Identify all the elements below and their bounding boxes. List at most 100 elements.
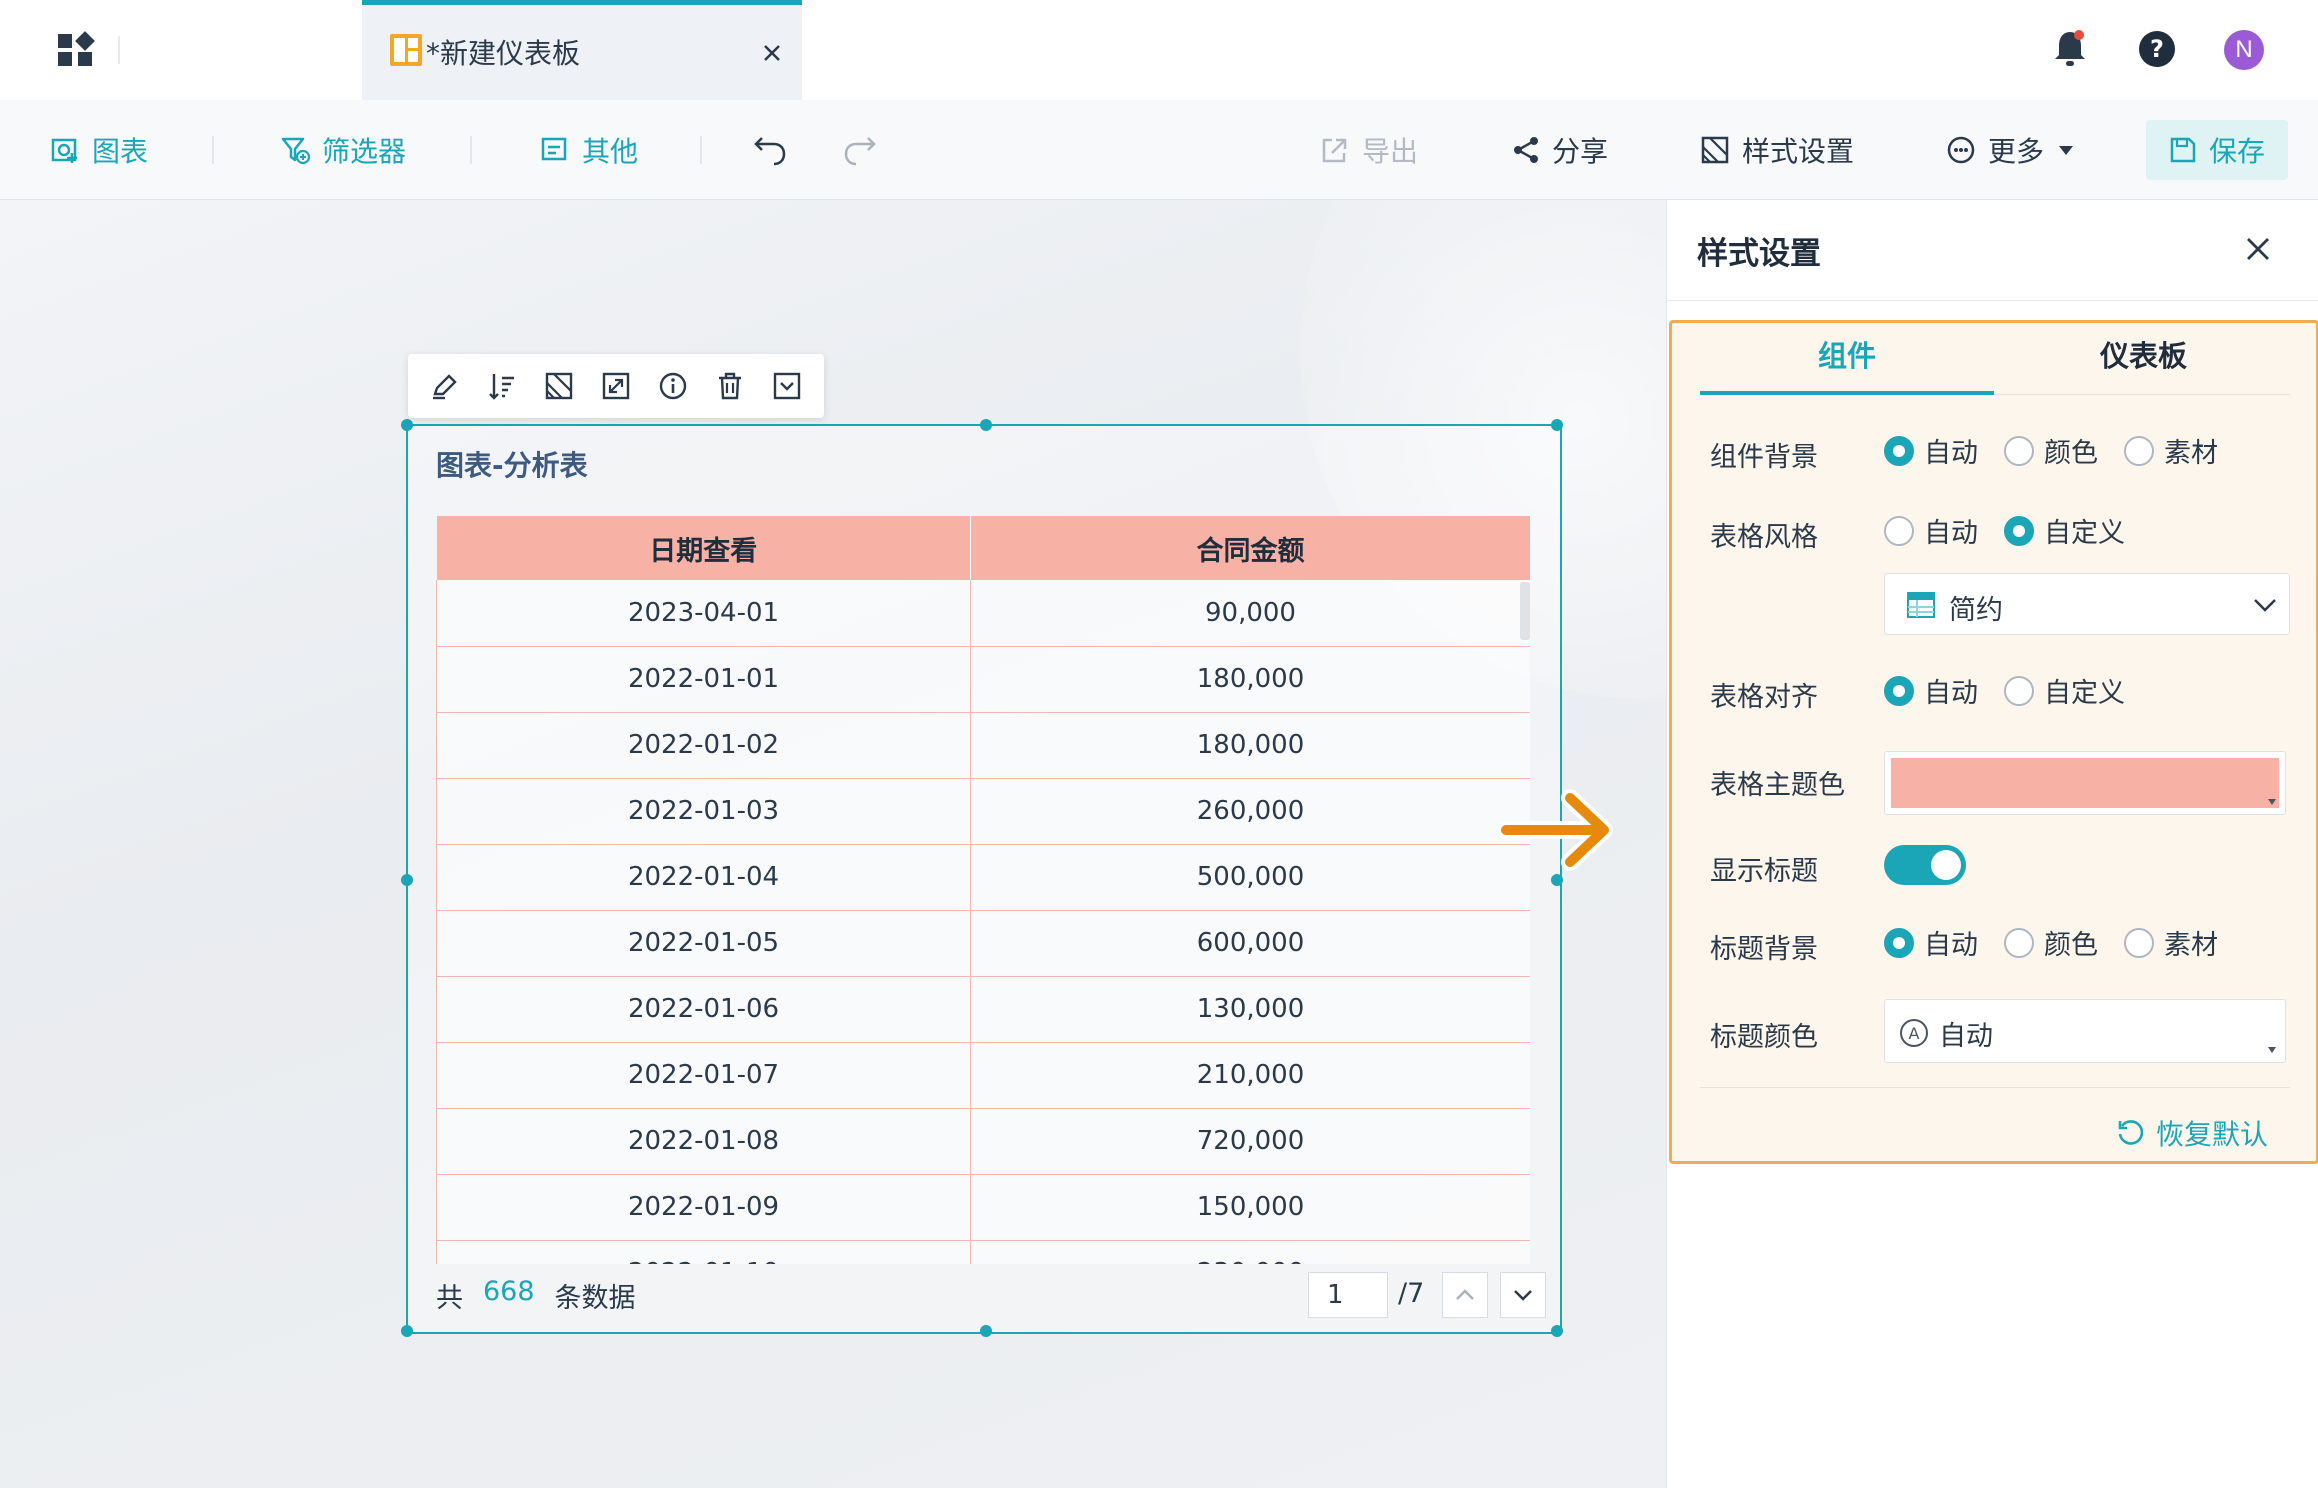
title-bg-radios: 自动 颜色 素材 <box>1884 923 2244 962</box>
add-chart-button[interactable]: 图表 <box>50 128 148 172</box>
radio-label: 颜色 <box>2044 930 2098 961</box>
export-button[interactable]: 导出 <box>1320 128 1418 172</box>
restore-default-button[interactable]: 恢复默认 <box>2116 1113 2268 1153</box>
radio-label: 素材 <box>2164 438 2218 469</box>
theme-color-picker[interactable] <box>1884 751 2286 815</box>
amount-cell: 500,000 <box>970 844 1530 911</box>
table-row[interactable]: 2022-01-03 260,000 <box>436 778 1530 845</box>
tab-component[interactable]: 组件 <box>1818 333 1876 375</box>
undo-icon[interactable] <box>752 134 788 166</box>
expand-icon[interactable] <box>600 370 632 402</box>
redo-icon[interactable] <box>842 134 878 166</box>
delete-icon[interactable] <box>714 370 746 402</box>
add-filter-button[interactable]: 筛选器 <box>280 128 406 172</box>
share-label: 分享 <box>1552 135 1609 168</box>
radio-button[interactable] <box>2004 927 2034 958</box>
radio-option[interactable]: 自动 <box>1884 923 1978 962</box>
page-number-input[interactable]: 1 <box>1308 1272 1388 1318</box>
table-row[interactable]: 2022-01-10230,000 <box>436 1240 1530 1264</box>
radio-button[interactable] <box>2004 515 2034 546</box>
title-color-select[interactable]: A 自动 <box>1884 999 2286 1063</box>
dashboard-canvas[interactable]: 图表-分析表 日期查看 合同金额 2023-04-01 90,000 2022-01… <box>0 200 1666 1488</box>
table-row[interactable]: 2023-04-01 90,000 <box>436 580 1530 647</box>
radio-button[interactable] <box>2004 435 2034 466</box>
radio-button[interactable] <box>1884 515 1914 546</box>
table-scroll-area[interactable]: 日期查看 合同金额 2023-04-01 90,000 2022-01-01 180,… <box>436 516 1530 1264</box>
style-icon[interactable] <box>543 370 575 402</box>
table-row[interactable]: 2022-01-08 720,000 <box>436 1108 1530 1175</box>
share-button[interactable]: 分享 <box>1512 128 1608 172</box>
table-style-select[interactable]: 简约 <box>1884 573 2290 635</box>
resize-handle[interactable] <box>980 419 992 431</box>
divider <box>700 136 702 164</box>
tab-dashboard[interactable]: 仪表板 <box>2100 333 2187 375</box>
resize-handle[interactable] <box>1551 1325 1563 1337</box>
radio-option[interactable]: 颜色 <box>2004 923 2098 962</box>
save-button[interactable]: 保存 <box>2146 120 2288 180</box>
resize-handle[interactable] <box>980 1325 992 1337</box>
show-title-toggle[interactable] <box>1884 845 1966 885</box>
resize-handle[interactable] <box>401 1325 413 1337</box>
svg-text:?: ? <box>2150 35 2164 63</box>
radio-option[interactable]: 自定义 <box>2004 511 2125 550</box>
next-page-button[interactable] <box>1500 1272 1546 1318</box>
radio-label: 自定义 <box>2044 518 2125 549</box>
auto-color-icon: A <box>1900 1019 1928 1047</box>
date-cell: 2022-01-02 <box>436 712 971 779</box>
other-button[interactable]: 其他 <box>540 128 638 172</box>
radio-button[interactable] <box>1884 675 1914 706</box>
pagination: 共 668 条数据 1 /7 <box>436 1264 1546 1324</box>
prev-page-button[interactable] <box>1442 1272 1488 1318</box>
edit-icon[interactable] <box>429 370 461 402</box>
amount-cell: 150,000 <box>970 1174 1530 1241</box>
resize-handle[interactable] <box>401 419 413 431</box>
radio-button[interactable] <box>1884 435 1914 466</box>
dropdown-icon[interactable] <box>771 370 803 402</box>
more-button[interactable]: 更多 <box>1946 128 2076 172</box>
table-row[interactable]: 2022-01-06 130,000 <box>436 976 1530 1043</box>
radio-option[interactable]: 颜色 <box>2004 431 2098 470</box>
table-row[interactable]: 2022-01-04 500,000 <box>436 844 1530 911</box>
tab-new-dashboard[interactable]: *新建仪表板 <box>362 0 802 100</box>
radio-option[interactable]: 自动 <box>1884 511 1978 550</box>
table-row[interactable]: 2022-01-09 150,000 <box>436 1174 1530 1241</box>
radio-button[interactable] <box>2124 435 2154 466</box>
date-cell: 2022-01-10 <box>436 1240 971 1264</box>
color-swatch <box>1891 758 2279 808</box>
sort-icon[interactable] <box>486 370 518 402</box>
table-row[interactable]: 2022-01-05 600,000 <box>436 910 1530 977</box>
date-cell: 2023-04-01 <box>436 580 971 647</box>
table-row[interactable]: 2022-01-02 180,000 <box>436 712 1530 779</box>
radio-button[interactable] <box>1884 927 1914 958</box>
bell-icon[interactable] <box>2052 28 2088 68</box>
amount-cell: 90,000 <box>970 580 1530 647</box>
radio-option[interactable]: 素材 <box>2124 431 2218 470</box>
selected-value: 自动 <box>1939 1021 1993 1052</box>
radio-button[interactable] <box>2004 675 2034 706</box>
pager-prefix: 共 <box>436 1283 463 1314</box>
column-header[interactable]: 合同金额 <box>970 516 1530 580</box>
table-row[interactable]: 2022-01-01 180,000 <box>436 646 1530 713</box>
close-icon[interactable] <box>754 35 790 71</box>
resize-handle[interactable] <box>1551 419 1563 431</box>
date-cell: 2022-01-01 <box>436 646 971 713</box>
radio-option[interactable]: 素材 <box>2124 923 2218 962</box>
amount-cell: 180,000 <box>970 646 1530 713</box>
scrollbar[interactable] <box>1520 582 1530 640</box>
column-header[interactable]: 日期查看 <box>436 516 971 580</box>
widget-action-toolbar <box>408 354 824 418</box>
table-align-radios: 自动 自定义 <box>1884 671 2151 710</box>
radio-option[interactable]: 自定义 <box>2004 671 2125 710</box>
radio-option[interactable]: 自动 <box>1884 671 1978 710</box>
avatar[interactable]: N <box>2224 30 2264 70</box>
info-icon[interactable] <box>657 370 689 402</box>
radio-button[interactable] <box>2124 927 2154 958</box>
style-settings-button[interactable]: 样式设置 <box>1700 128 1854 172</box>
help-icon[interactable]: ? <box>2138 30 2176 68</box>
table-row[interactable]: 2022-01-07 210,000 <box>436 1042 1530 1109</box>
table-widget[interactable]: 图表-分析表 日期查看 合同金额 2023-04-01 90,000 2022-01… <box>401 419 1563 1337</box>
apps-grid-icon[interactable] <box>56 30 96 70</box>
radio-option[interactable]: 自动 <box>1884 431 1978 470</box>
resize-handle[interactable] <box>401 874 413 886</box>
close-icon[interactable] <box>2241 232 2275 266</box>
